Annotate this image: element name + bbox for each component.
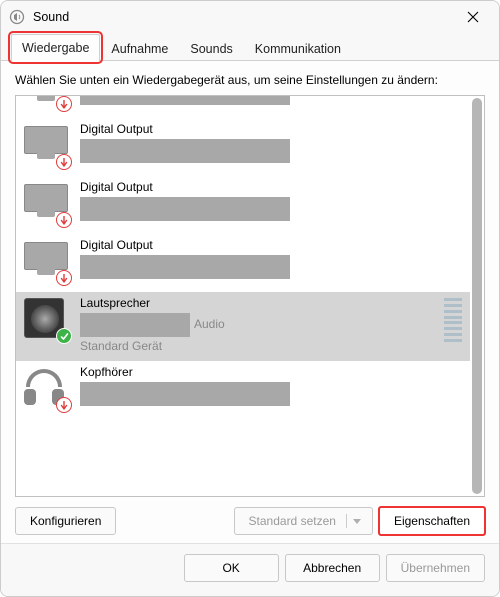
headphones-icon xyxy=(24,365,70,411)
device-name: Kopfhörer xyxy=(80,365,462,379)
monitor-icon xyxy=(24,122,70,168)
redacted-text xyxy=(80,139,290,163)
ok-button[interactable]: OK xyxy=(184,554,279,582)
cancel-button[interactable]: Abbrechen xyxy=(285,554,380,582)
properties-button[interactable]: Eigenschaften xyxy=(379,507,485,535)
description: Wählen Sie unten ein Wiedergabegerät aus… xyxy=(15,73,485,87)
redacted-text xyxy=(80,255,290,279)
sound-icon xyxy=(9,9,25,25)
tab-wiedergabe[interactable]: Wiedergabe xyxy=(11,34,100,61)
titlebar: Sound xyxy=(1,1,499,33)
scrollbar[interactable] xyxy=(472,98,482,494)
tab-content: Wählen Sie unten ein Wiedergabegerät aus… xyxy=(1,61,499,543)
device-name: Digital Output xyxy=(80,180,462,194)
device-item[interactable]: Digital Output xyxy=(16,96,470,118)
device-list: Digital Output Digital Output xyxy=(15,95,485,497)
redacted-text xyxy=(80,197,290,221)
tab-sounds[interactable]: Sounds xyxy=(179,35,243,61)
tab-aufnahme[interactable]: Aufnahme xyxy=(100,35,179,61)
monitor-icon xyxy=(24,180,70,226)
configure-button[interactable]: Konfigurieren xyxy=(15,507,116,535)
tab-bar: Wiedergabe Aufnahme Sounds Kommunikation xyxy=(1,33,499,61)
device-item[interactable]: Digital Output xyxy=(16,234,470,292)
set-default-label: Standard setzen xyxy=(249,514,336,528)
redacted-text xyxy=(80,382,290,406)
device-item[interactable]: Digital Output xyxy=(16,176,470,234)
chevron-down-icon[interactable] xyxy=(346,514,368,528)
device-buttons: Konfigurieren Standard setzen Eigenschaf… xyxy=(15,507,485,535)
tab-kommunikation[interactable]: Kommunikation xyxy=(244,35,352,61)
device-list-inner: Digital Output Digital Output xyxy=(16,96,470,496)
device-suffix: Audio xyxy=(194,312,225,336)
apply-button[interactable]: Übernehmen xyxy=(386,554,485,582)
badge-unplugged-icon xyxy=(56,212,72,228)
badge-unplugged-icon xyxy=(56,154,72,170)
redacted-text xyxy=(80,96,290,105)
window-title: Sound xyxy=(33,10,453,24)
device-item[interactable]: Digital Output xyxy=(16,118,470,176)
device-item[interactable]: Kopfhörer xyxy=(16,361,470,419)
device-name: Digital Output xyxy=(80,122,462,136)
close-button[interactable] xyxy=(453,3,493,31)
redacted-text xyxy=(80,313,190,337)
device-item-selected[interactable]: Lautsprecher Audio Standard Gerät xyxy=(16,292,470,361)
device-name: Digital Output xyxy=(80,238,462,252)
badge-default-icon xyxy=(56,328,72,344)
badge-unplugged-icon xyxy=(56,96,72,112)
sound-dialog: Sound Wiedergabe Aufnahme Sounds Kommuni… xyxy=(0,0,500,597)
level-meter xyxy=(444,298,462,342)
monitor-icon xyxy=(24,238,70,284)
device-name: Lautsprecher xyxy=(80,296,438,310)
set-default-button[interactable]: Standard setzen xyxy=(234,507,373,535)
badge-unplugged-icon xyxy=(56,270,72,286)
monitor-icon xyxy=(24,96,70,110)
dialog-buttons: OK Abbrechen Übernehmen xyxy=(1,543,499,596)
device-status: Standard Gerät xyxy=(80,339,438,353)
speaker-icon xyxy=(24,296,70,342)
badge-unplugged-icon xyxy=(56,397,72,413)
